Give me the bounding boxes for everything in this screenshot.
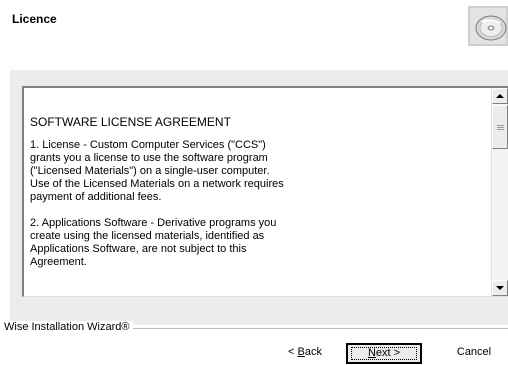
license-text: SOFTWARE LICENSE AGREEMENT 1. License - … <box>30 116 330 282</box>
grip-line <box>497 127 504 128</box>
back-button[interactable]: < Back <box>274 343 336 364</box>
wizard-brand-label: Wise Installation Wizard® <box>4 321 134 333</box>
grip-line <box>497 129 504 130</box>
license-line: Applications Software, are not subject t… <box>30 243 247 255</box>
license-text-box[interactable]: SOFTWARE LICENSE AGREEMENT 1. License - … <box>22 86 508 297</box>
license-paragraph-2: 2. Applications Software - Derivative pr… <box>30 217 330 269</box>
back-button-mnemonic: B <box>297 346 305 358</box>
cancel-button[interactable]: Cancel <box>440 343 508 364</box>
cd-rom-icon <box>468 6 508 46</box>
license-line: create using the licensed materials, ide… <box>30 230 265 242</box>
license-line: payment of additional fees. <box>30 191 162 203</box>
license-heading: SOFTWARE LICENSE AGREEMENT <box>30 115 231 129</box>
license-line: Use of the Licensed Materials on a netwo… <box>30 178 284 190</box>
back-button-rest: ack <box>304 346 322 358</box>
grip-line <box>497 125 504 126</box>
next-button-mnemonic: N <box>367 347 376 359</box>
license-line: Agreement. <box>30 256 87 268</box>
back-button-prefix: < <box>288 346 298 358</box>
arrow-down-icon <box>496 286 504 290</box>
license-line: grants you a license to use the software… <box>30 152 268 164</box>
next-button-rest: ext > <box>375 347 401 359</box>
scroll-up-button[interactable] <box>492 88 508 104</box>
header-banner: Licence <box>0 0 508 70</box>
vertical-scrollbar[interactable] <box>491 88 508 296</box>
page-title: Licence <box>12 12 57 26</box>
license-line: ("Licensed Materials") on a single-user … <box>30 165 270 177</box>
scroll-thumb[interactable] <box>492 105 508 149</box>
license-paragraph-1: 1. License - Custom Computer Services ("… <box>30 139 330 204</box>
license-line: 2. Applications Software - Derivative pr… <box>30 217 277 229</box>
next-button[interactable]: Next > <box>346 343 422 364</box>
scroll-down-button[interactable] <box>492 280 508 296</box>
arrow-up-icon <box>496 94 504 98</box>
license-line: 1. License - Custom Computer Services ("… <box>30 139 266 151</box>
